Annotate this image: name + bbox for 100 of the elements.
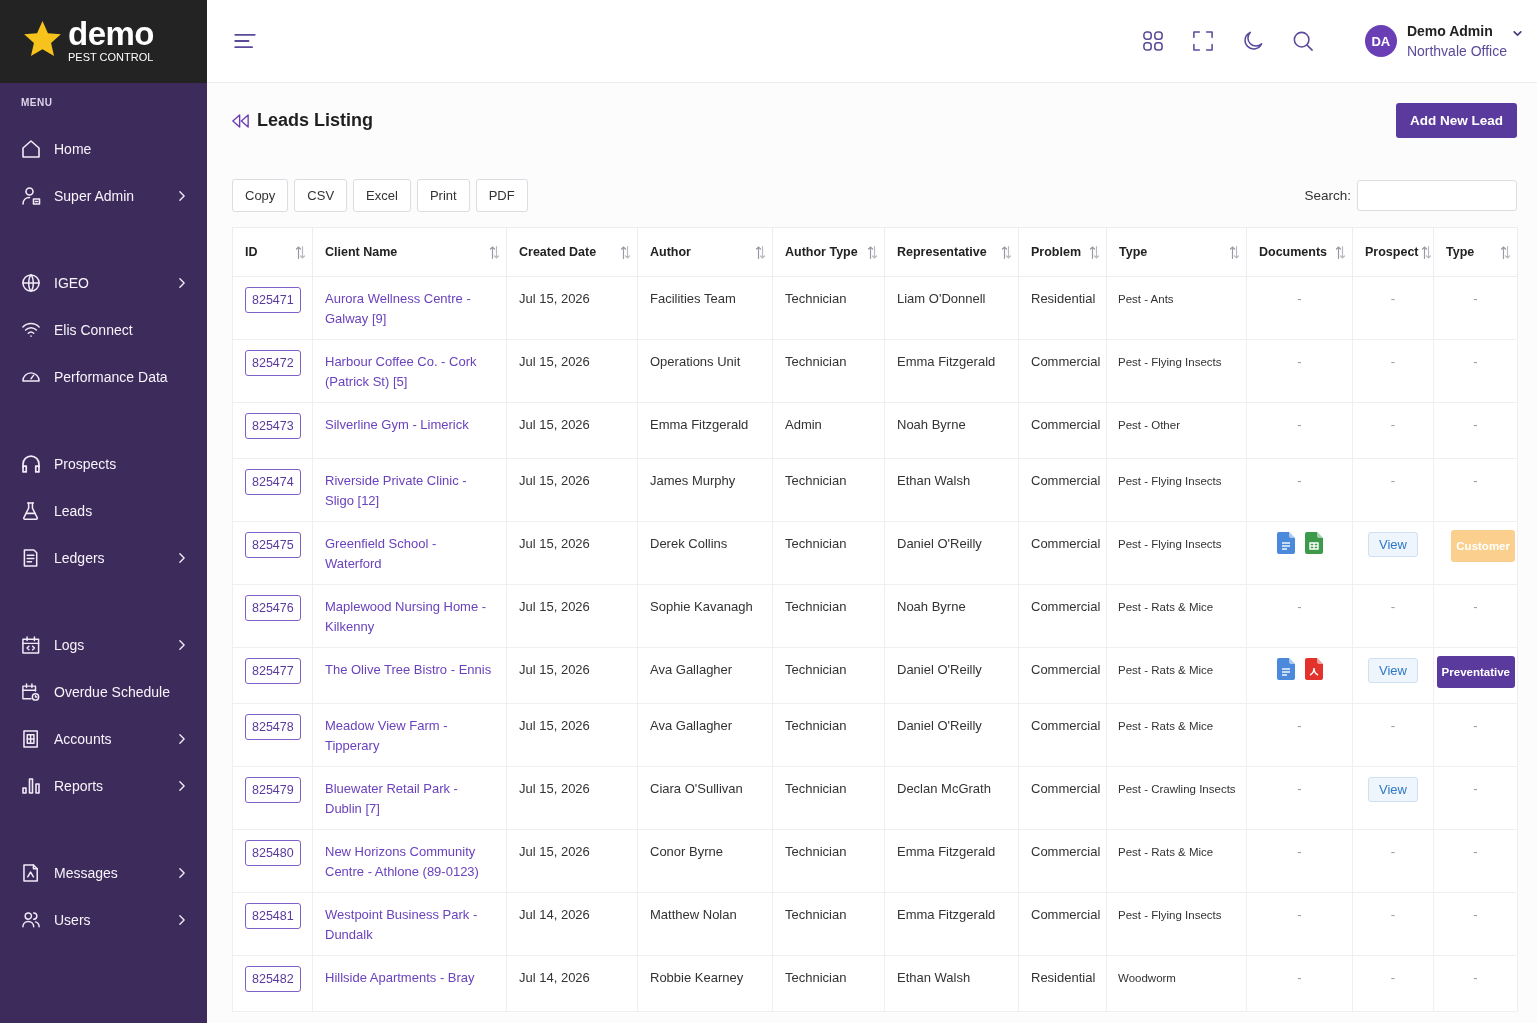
nav-item[interactable]: Reports	[0, 762, 207, 809]
gauge-icon	[22, 371, 40, 382]
table-cell: Jul 15, 2026	[506, 584, 638, 648]
view-button[interactable]: View	[1368, 777, 1418, 802]
table-cell: Jul 15, 2026	[506, 703, 638, 767]
lead-type-tag: Customer	[1451, 530, 1515, 562]
lead-id-link[interactable]: 825481	[245, 903, 301, 929]
table-cell: Residential	[1018, 955, 1107, 1012]
lead-id-link[interactable]: 825472	[245, 350, 301, 376]
nav-item[interactable]: Accounts	[0, 715, 207, 762]
calendar-clock-icon	[22, 682, 40, 701]
export-button[interactable]: Print	[416, 179, 470, 212]
nav-item[interactable]: IGEO	[0, 259, 207, 306]
column-header[interactable]: Client Name	[325, 245, 398, 259]
chevron-down-icon[interactable]	[1513, 31, 1522, 36]
table-cell: -	[1433, 829, 1518, 893]
nav-item[interactable]: Performance Data	[0, 353, 207, 400]
search-icon[interactable]	[1292, 31, 1313, 51]
sort-icon[interactable]	[1230, 245, 1239, 259]
table-cell: Technician	[772, 703, 885, 767]
sort-icon[interactable]	[1421, 245, 1431, 259]
column-header[interactable]: Problem	[1031, 245, 1081, 259]
table-cell: -	[1433, 703, 1518, 767]
column-header[interactable]: Created Date	[519, 245, 597, 259]
table-cell: Commercial	[1018, 402, 1107, 459]
export-button[interactable]: PDF	[475, 179, 528, 212]
sort-icon[interactable]	[1501, 245, 1510, 259]
table-cell: Conor Byrne	[637, 829, 773, 893]
table-cell: Emma Fitzgerald	[884, 339, 1019, 403]
lead-id-link[interactable]: 825475	[245, 532, 301, 558]
calendar-icon	[22, 635, 40, 654]
nav-item[interactable]: Ledgers	[0, 534, 207, 581]
add-lead-button[interactable]: Add New Lead	[1396, 103, 1517, 138]
nav-item[interactable]: Elis Connect	[0, 306, 207, 353]
column-header[interactable]: Type	[1119, 245, 1148, 259]
nav-item[interactable]: Messages	[0, 849, 207, 896]
doc-file-icon[interactable]	[1276, 658, 1295, 680]
table-cell: Commercial	[1018, 829, 1107, 893]
sort-icon[interactable]	[296, 245, 305, 259]
sort-icon[interactable]	[756, 245, 765, 259]
globe-icon	[22, 273, 40, 292]
sort-icon[interactable]	[621, 245, 630, 259]
table-cell: Commercial	[1018, 339, 1107, 403]
sheet-file-icon[interactable]	[1304, 532, 1323, 554]
column-header[interactable]: Prospect	[1365, 245, 1419, 259]
nav-item[interactable]: Logs	[0, 621, 207, 668]
lead-id-link[interactable]: 825479	[245, 777, 301, 803]
users-icon	[22, 911, 40, 928]
sort-icon[interactable]	[1336, 245, 1345, 259]
lead-id-link[interactable]: 825471	[245, 287, 301, 313]
export-button[interactable]: Excel	[353, 179, 411, 212]
table-cell: Jul 15, 2026	[506, 339, 638, 403]
lead-id-link[interactable]: 825474	[245, 469, 301, 495]
nav-item[interactable]: Super Admin	[0, 172, 207, 219]
moon-icon[interactable]	[1242, 31, 1263, 51]
fullscreen-icon[interactable]	[1192, 31, 1213, 51]
nav-item[interactable]: Home	[0, 125, 207, 172]
table-cell: Technician	[772, 829, 885, 893]
lead-id-link[interactable]: 825480	[245, 840, 301, 866]
rewind-icon[interactable]	[232, 113, 249, 128]
sort-icon[interactable]	[1002, 245, 1011, 259]
brand-tagline: PEST CONTROL	[68, 51, 154, 64]
column-header[interactable]: Documents	[1259, 245, 1328, 259]
table-cell: Pest - Rats & Mice	[1106, 829, 1247, 893]
table-cell: Facilities Team	[637, 276, 773, 340]
column-header[interactable]: Type	[1446, 245, 1475, 259]
view-button[interactable]: View	[1368, 658, 1418, 683]
nav-item[interactable]: Users	[0, 896, 207, 943]
column-header[interactable]: ID	[245, 245, 258, 259]
lead-id-link[interactable]: 825482	[245, 966, 301, 992]
table-cell: Pest - Flying Insects	[1106, 339, 1247, 403]
menu-icon[interactable]	[234, 33, 256, 49]
column-header[interactable]: Author	[650, 245, 691, 259]
sort-icon[interactable]	[1090, 245, 1099, 259]
table-cell: -	[1433, 458, 1518, 522]
lead-id-link[interactable]: 825473	[245, 413, 301, 439]
nav-item[interactable]: Prospects	[0, 440, 207, 487]
table-cell: Jul 14, 2026	[506, 892, 638, 956]
pdf-file-icon[interactable]	[1304, 658, 1323, 680]
sort-icon[interactable]	[868, 245, 877, 259]
column-header[interactable]: Representative	[897, 245, 987, 259]
table-cell: James Murphy	[637, 458, 773, 522]
export-button[interactable]: CSV	[294, 179, 348, 212]
doc-file-icon[interactable]	[1276, 532, 1295, 554]
sort-icon[interactable]	[490, 245, 499, 259]
lead-id-link[interactable]: 825478	[245, 714, 301, 740]
export-button[interactable]: Copy	[232, 179, 289, 212]
lead-id-link[interactable]: 825477	[245, 658, 301, 684]
nav-item[interactable]: Leads	[0, 487, 207, 534]
lead-id-link[interactable]: 825476	[245, 595, 301, 621]
column-header[interactable]: Author Type	[785, 245, 858, 259]
table-cell: -	[1352, 829, 1434, 893]
view-button[interactable]: View	[1368, 532, 1418, 557]
table-cell: -	[1433, 892, 1518, 956]
nav-item[interactable]: Overdue Schedule	[0, 668, 207, 715]
search-field[interactable]	[1357, 180, 1517, 211]
table-cell: Ava Gallagher	[637, 647, 773, 704]
apps-grid-icon[interactable]	[1142, 31, 1163, 51]
user-avatar[interactable]: DA	[1364, 25, 1397, 57]
table-cell: Commercial	[1018, 703, 1107, 767]
